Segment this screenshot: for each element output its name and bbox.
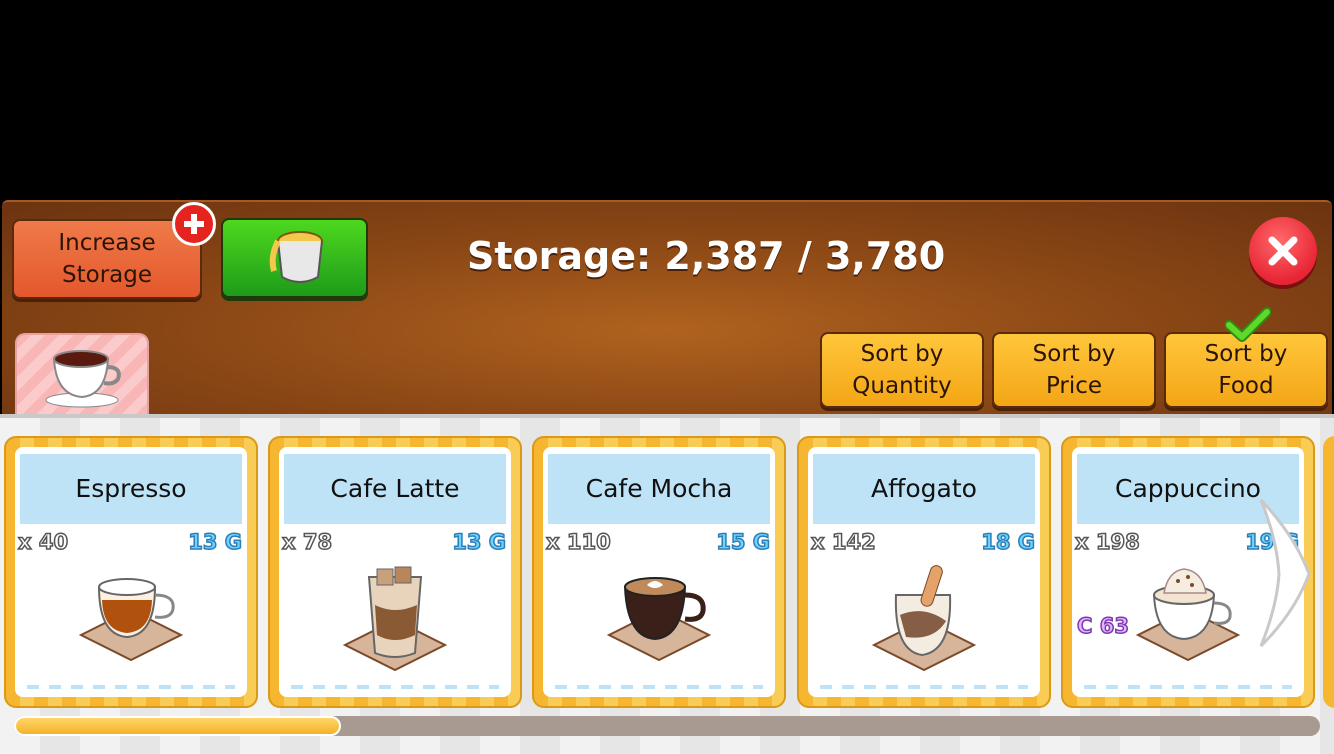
sort-by-quantity-label: Sort by Quantity <box>852 341 952 399</box>
tab-coffee[interactable] <box>15 333 149 419</box>
item-card-espresso[interactable]: Espresso x 40 13 G <box>4 436 258 708</box>
close-button[interactable] <box>1249 217 1317 285</box>
horizontal-scrollbar[interactable] <box>14 716 1320 736</box>
item-card-inner: Cafe Mocha x 110 15 G <box>543 447 775 697</box>
paint-bucket-button[interactable] <box>221 218 368 298</box>
storage-header: Increase Storage Storage: 2,387 / 3,780 <box>2 200 1332 419</box>
checkmark-icon <box>1225 307 1271 342</box>
affogato-icon <box>871 565 977 672</box>
scrollbar-thumb[interactable] <box>14 716 341 736</box>
item-quantity: x 40 <box>17 529 69 555</box>
item-list[interactable]: Espresso x 40 13 G Cafe Latte x 78 13 G <box>0 414 1334 754</box>
sort-by-food-button[interactable]: Sort by Food <box>1164 332 1328 408</box>
item-quantity: x 110 <box>545 529 611 555</box>
increase-storage-label: Increase Storage <box>58 230 156 288</box>
plus-icon <box>172 202 216 246</box>
cappuccino-icon <box>1135 568 1241 662</box>
chevron-right-icon[interactable] <box>1255 496 1317 651</box>
paint-bucket-icon <box>269 231 323 283</box>
sort-by-price-label: Sort by Price <box>1032 341 1116 399</box>
item-card-inner: Cafe Latte x 78 13 G <box>279 447 511 697</box>
chef-level-badge: C 63 <box>1076 613 1129 639</box>
item-price: 13 G <box>451 529 506 555</box>
item-name: Affogato <box>813 454 1035 524</box>
cafe-latte-icon <box>342 566 448 672</box>
sort-by-price-button[interactable]: Sort by Price <box>992 332 1156 408</box>
item-name: Cafe Mocha <box>548 454 770 524</box>
cafe-mocha-icon <box>606 577 712 662</box>
card-dash-divider <box>27 685 235 689</box>
card-dash-divider <box>555 685 763 689</box>
card-dash-divider <box>291 685 499 689</box>
item-name: Espresso <box>20 454 242 524</box>
item-card-cafe-latte[interactable]: Cafe Latte x 78 13 G <box>268 436 522 708</box>
close-icon <box>1268 236 1298 266</box>
card-dash-divider <box>820 685 1028 689</box>
sort-by-quantity-button[interactable]: Sort by Quantity <box>820 332 984 408</box>
sort-by-food-label: Sort by Food <box>1204 341 1288 399</box>
storage-panel: Increase Storage Storage: 2,387 / 3,780 <box>0 198 1334 754</box>
item-quantity: x 198 <box>1074 529 1140 555</box>
item-card-inner: Affogato x 142 18 G <box>808 447 1040 697</box>
item-price: 13 G <box>187 529 242 555</box>
card-dash-divider <box>1084 685 1292 689</box>
item-price: 18 G <box>980 529 1035 555</box>
item-card-affogato[interactable]: Affogato x 142 18 G <box>797 436 1051 708</box>
item-card-partial <box>1323 436 1334 708</box>
item-card-cafe-mocha[interactable]: Cafe Mocha x 110 15 G <box>532 436 786 708</box>
item-quantity: x 142 <box>810 529 876 555</box>
item-card-inner: Espresso x 40 13 G <box>15 447 247 697</box>
coffee-cup-icon <box>45 350 121 408</box>
espresso-icon <box>78 578 184 662</box>
item-name: Cafe Latte <box>284 454 506 524</box>
item-price: 15 G <box>715 529 770 555</box>
item-quantity: x 78 <box>281 529 333 555</box>
storage-text: Storage: 2,387 / 3,780 <box>467 234 946 278</box>
